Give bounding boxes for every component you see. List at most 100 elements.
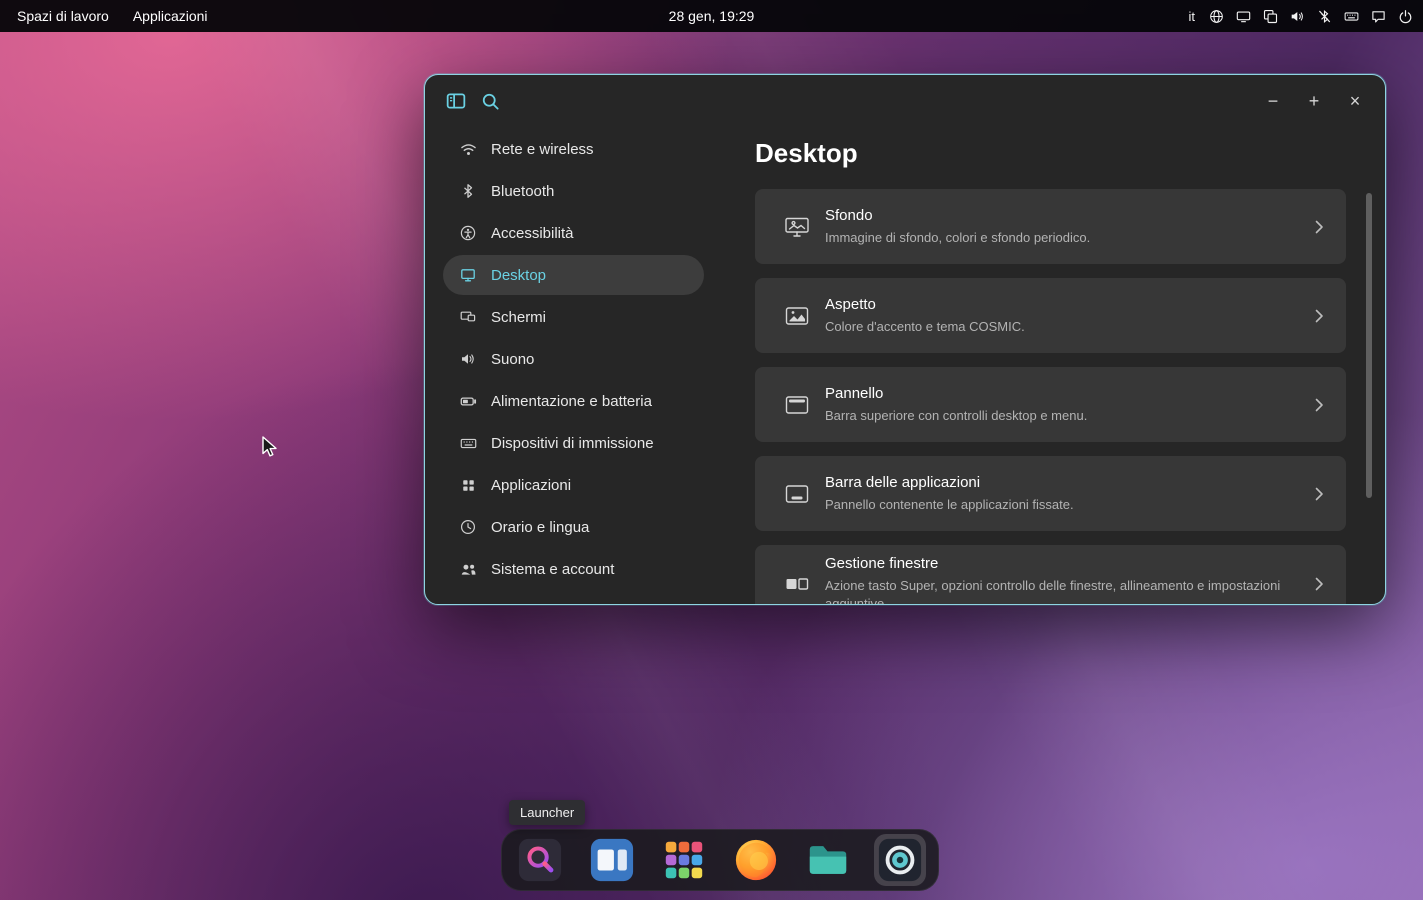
sidebar-item-label: Suono [491, 351, 534, 368]
card-title: Pannello [825, 385, 1087, 402]
scrollbar-thumb[interactable] [1366, 193, 1372, 498]
minimize-button[interactable]: − [1257, 85, 1289, 117]
keyboard-icon[interactable] [1343, 8, 1359, 24]
sidebar-item-accessibilita[interactable]: Accessibilità [443, 213, 704, 253]
dock-panel-icon [783, 483, 811, 505]
sidebar-item-label: Applicazioni [491, 477, 571, 494]
window-titlebar[interactable]: − + × [425, 75, 1385, 127]
card-subtitle: Pannello contenente le applicazioni fiss… [825, 496, 1074, 514]
sidebar-item-desktop[interactable]: Desktop [443, 255, 704, 295]
panel-left: Spazi di lavoro Applicazioni [0, 3, 219, 29]
settings-card-pannello[interactable]: Pannello Barra superiore con controlli d… [755, 367, 1346, 442]
desktop-icon [458, 267, 478, 283]
card-subtitle: Colore d'accento e tema COSMIC. [825, 318, 1025, 336]
settings-card-barra-applicazioni[interactable]: Barra delle applicazioni Pannello conten… [755, 456, 1346, 531]
dock-tooltip: Launcher [509, 800, 585, 825]
card-title: Gestione finestre [825, 555, 1301, 572]
dock-item-files[interactable] [802, 834, 854, 886]
sidebar-item-label: Bluetooth [491, 183, 554, 200]
appearance-icon [783, 305, 811, 327]
sidebar-item-label: Accessibilità [491, 225, 574, 242]
chat-icon[interactable] [1370, 8, 1386, 24]
sidebar-item-schermi[interactable]: Schermi [443, 297, 704, 337]
window-management-icon [783, 573, 811, 595]
card-title: Aspetto [825, 296, 1025, 313]
accessibility-icon [458, 225, 478, 241]
navigation-sidebar-icon[interactable] [439, 84, 473, 118]
settings-card-aspetto[interactable]: Aspetto Colore d'accento e tema COSMIC. [755, 278, 1346, 353]
search-icon[interactable] [473, 84, 507, 118]
chevron-right-icon [1315, 309, 1324, 323]
card-title: Sfondo [825, 207, 1090, 224]
display-icon[interactable] [1235, 8, 1251, 24]
close-button[interactable]: × [1339, 85, 1371, 117]
files-icon [805, 837, 851, 883]
firefox-icon [733, 837, 779, 883]
card-subtitle: Azione tasto Super, opzioni controllo de… [825, 577, 1301, 605]
page-title: Desktop [755, 138, 1346, 169]
sidebar-item-bluetooth[interactable]: Bluetooth [443, 171, 704, 211]
settings-content: Desktop Sfondo Immagine di sfondo, color… [714, 127, 1385, 604]
dock-item-app-library[interactable] [658, 834, 710, 886]
mouse-cursor [260, 436, 282, 460]
dock-item-workspaces[interactable] [586, 834, 638, 886]
sidebar-item-label: Alimentazione e batteria [491, 393, 652, 410]
dock-item-launcher[interactable] [514, 834, 566, 886]
sidebar-item-label: Dispositivi di immissione [491, 435, 654, 452]
sidebar-item-label: Schermi [491, 309, 546, 326]
sidebar-item-orario-e-lingua[interactable]: Orario e lingua [443, 507, 704, 547]
chevron-right-icon [1315, 220, 1324, 234]
sidebar-item-label: Orario e lingua [491, 519, 589, 536]
sidebar-item-alimentazione-e-batteria[interactable]: Alimentazione e batteria [443, 381, 704, 421]
battery-icon [458, 393, 478, 409]
card-subtitle: Barra superiore con controlli desktop e … [825, 407, 1087, 425]
workspaces-menu-button[interactable]: Spazi di lavoro [6, 3, 120, 29]
wallpaper-icon [783, 216, 811, 238]
settings-window: − + × Rete e wireless Bluetooth [424, 74, 1386, 605]
sound-icon [458, 351, 478, 367]
workspaces-icon [589, 837, 635, 883]
sidebar-item-label: Desktop [491, 267, 546, 284]
sidebar-item-sistema-e-account[interactable]: Sistema e account [443, 549, 704, 589]
top-panel: Spazi di lavoro Applicazioni 28 gen, 19:… [0, 0, 1423, 32]
sidebar-item-rete-e-wireless[interactable]: Rete e wireless [443, 129, 704, 169]
chevron-right-icon [1315, 487, 1324, 501]
bluetooth-disabled-icon[interactable] [1316, 8, 1332, 24]
clock-button[interactable]: 28 gen, 19:29 [658, 3, 766, 29]
settings-card-gestione-finestre[interactable]: Gestione finestre Azione tasto Super, op… [755, 545, 1346, 605]
sidebar-item-label: Rete e wireless [491, 141, 594, 158]
sidebar-item-label: Sistema e account [491, 561, 614, 578]
sidebar-item-applicazioni[interactable]: Applicazioni [443, 465, 704, 505]
input-devices-icon [458, 435, 478, 451]
apps-grid-icon [458, 477, 478, 493]
users-icon [458, 561, 478, 577]
desktop-wallpaper: Spazi di lavoro Applicazioni 28 gen, 19:… [0, 0, 1423, 900]
top-panel-icon [783, 394, 811, 416]
card-title: Barra delle applicazioni [825, 474, 1074, 491]
power-icon[interactable] [1397, 8, 1413, 24]
wifi-icon [458, 141, 478, 157]
chevron-right-icon [1315, 398, 1324, 412]
settings-sidebar: Rete e wireless Bluetooth Accessibilità [425, 127, 714, 604]
displays-icon [458, 309, 478, 325]
bluetooth-icon [458, 183, 478, 199]
launcher-icon [517, 837, 563, 883]
globe-icon[interactable] [1208, 8, 1224, 24]
settings-card-sfondo[interactable]: Sfondo Immagine di sfondo, colori e sfon… [755, 189, 1346, 264]
maximize-button[interactable]: + [1298, 85, 1330, 117]
sidebar-item-suono[interactable]: Suono [443, 339, 704, 379]
applications-menu-button[interactable]: Applicazioni [122, 3, 219, 29]
volume-icon[interactable] [1289, 8, 1305, 24]
sidebar-item-dispositivi-di-immissione[interactable]: Dispositivi di immissione [443, 423, 704, 463]
card-subtitle: Immagine di sfondo, colori e sfondo peri… [825, 229, 1090, 247]
settings-icon [877, 837, 923, 883]
panel-status-area[interactable]: it [1187, 8, 1423, 24]
dock [501, 829, 939, 891]
app-library-icon [661, 837, 707, 883]
chevron-right-icon [1315, 577, 1324, 591]
keyboard-layout-indicator[interactable]: it [1187, 9, 1198, 24]
clock-icon [458, 519, 478, 535]
window-stack-icon[interactable] [1262, 8, 1278, 24]
dock-item-firefox[interactable] [730, 834, 782, 886]
dock-item-settings[interactable] [874, 834, 926, 886]
